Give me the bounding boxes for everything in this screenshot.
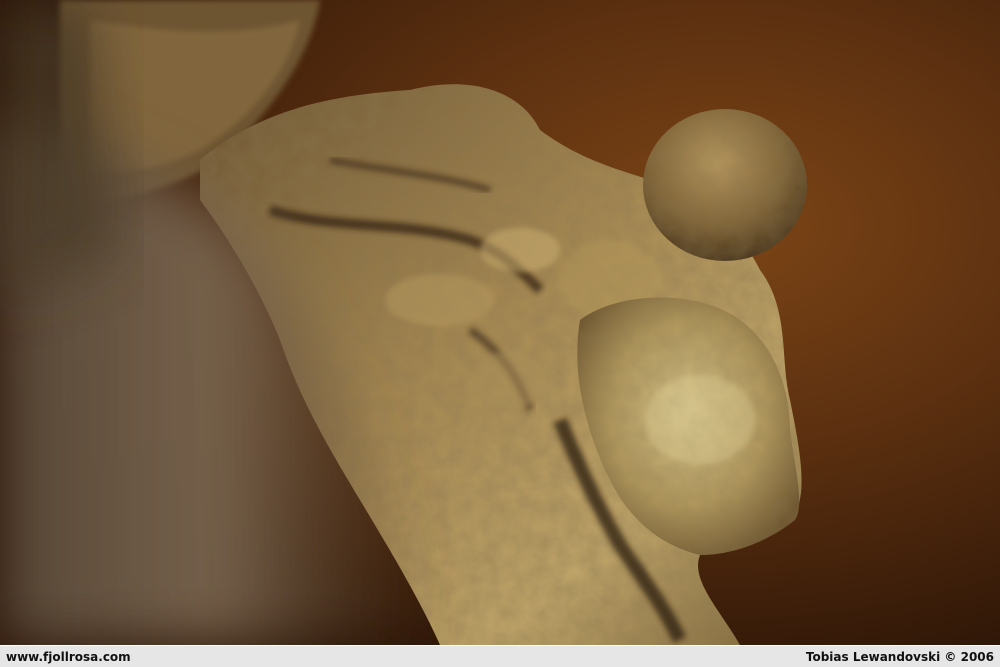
- caption-bar: www.fjollrosa.com Tobias Lewandovski © 2…: [0, 645, 1000, 667]
- site-url: www.fjollrosa.com: [6, 649, 131, 664]
- photo-illustration: [0, 0, 1000, 645]
- photo-frame: www.fjollrosa.com Tobias Lewandovski © 2…: [0, 0, 1000, 667]
- photo-credit: Tobias Lewandovski © 2006: [805, 649, 994, 664]
- cave-formation-photo: [0, 0, 1000, 645]
